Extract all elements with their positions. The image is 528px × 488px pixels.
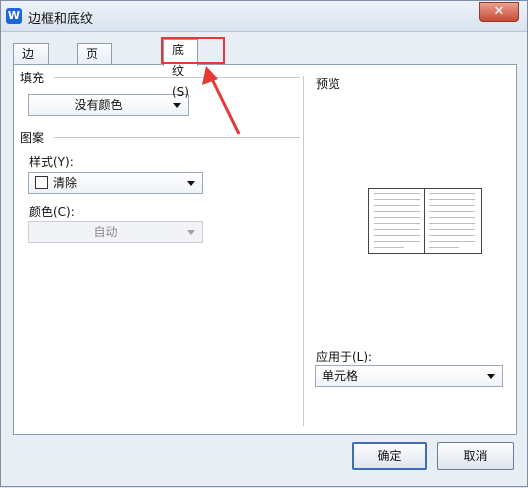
dialog-window: W 边框和底纹 ✕ 边框(B) 页面边框(P) 底纹(S) 填充 没有颜色 图案…: [0, 0, 528, 487]
annotation-arrow-icon: [202, 66, 241, 135]
